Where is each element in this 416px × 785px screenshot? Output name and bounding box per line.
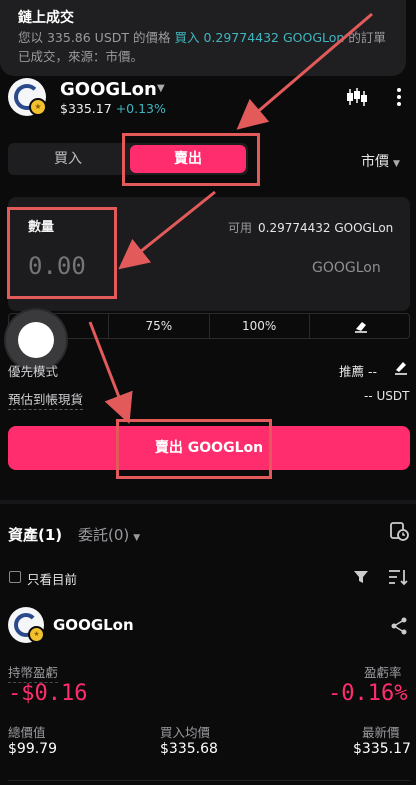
annotation-box-quantity [7,207,117,299]
more-vertical-icon[interactable] [392,86,406,108]
chevron-down-icon: ▼ [133,533,141,543]
chevron-down-icon[interactable]: ▼ [157,83,165,94]
googlon-logo-icon: ★ [8,607,45,643]
priority-mode-value: 推薦 -- [339,364,377,379]
estimate-value: -- USDT [364,389,410,403]
avg-price-value: $335.68 [160,741,218,757]
notification-body: 您以 335.86 USDT 的價格 買入 0.29774432 GOOGLon… [18,30,386,64]
annotation-box-sell-button [116,419,272,479]
candlestick-chart-icon[interactable] [346,88,368,106]
position-symbol[interactable]: GOOGLon [53,616,134,634]
priority-mode-label: 優先模式 [8,364,59,379]
percent-option-100[interactable]: 100% [208,314,309,338]
percent-selector: % 75% 100% [8,313,410,339]
notification-highlight: 買入 0.29774432 GOOGLon [174,30,345,45]
annotation-box-sell-tab [122,133,260,186]
pnl-rate-label: 盈虧率 [364,665,402,680]
pnl-value: -$0.16 [8,681,88,706]
latest-price-value: $335.17 [353,741,411,757]
trade-notification[interactable]: 鏈上成交 您以 335.86 USDT 的價格 買入 0.29774432 GO… [0,0,406,76]
symbol-price: $335.17 +0.13% [60,101,166,116]
notification-title: 鏈上成交 [18,10,74,26]
percent-option-75[interactable]: 75% [108,314,208,338]
tab-buy[interactable]: 買入 [8,143,128,175]
share-icon[interactable] [390,617,408,635]
only-current-label: 只看目前 [27,572,78,587]
section-divider [0,500,416,504]
filter-icon[interactable] [353,569,369,585]
percent-edit-button[interactable] [308,314,409,338]
estimate-label: 預估到帳現貨 [8,389,84,410]
quantity-unit: GOOGLon [312,260,381,276]
history-icon[interactable] [389,521,409,541]
sort-icon[interactable] [388,568,408,586]
tab-assets[interactable]: 資產(1) [8,524,62,545]
tab-orders[interactable]: 委託(0) ▼ [78,524,140,545]
symbol-title[interactable]: GOOGLon [60,79,157,100]
only-current-checkbox[interactable] [9,571,21,583]
eraser-icon [354,322,367,333]
price-change: +0.13% [115,101,166,116]
edit-pencil-icon[interactable] [393,359,409,375]
chevron-down-icon: ▼ [393,159,400,169]
pnl-label: 持幣盈虧 [8,662,59,683]
latest-price-label: 最新價 [362,725,400,740]
pnl-rate-value: -0.16% [328,681,408,706]
available-balance: 可用 0.29774432 GOOGLon [228,221,394,235]
total-value: $99.79 [8,741,57,757]
total-value-label: 總價值 [8,725,46,740]
order-type-select[interactable]: 市價 ▼ [361,151,400,171]
googlon-logo-icon: ★ [8,78,47,116]
avg-price-label: 買入均價 [160,725,211,740]
bottom-divider [8,780,410,781]
